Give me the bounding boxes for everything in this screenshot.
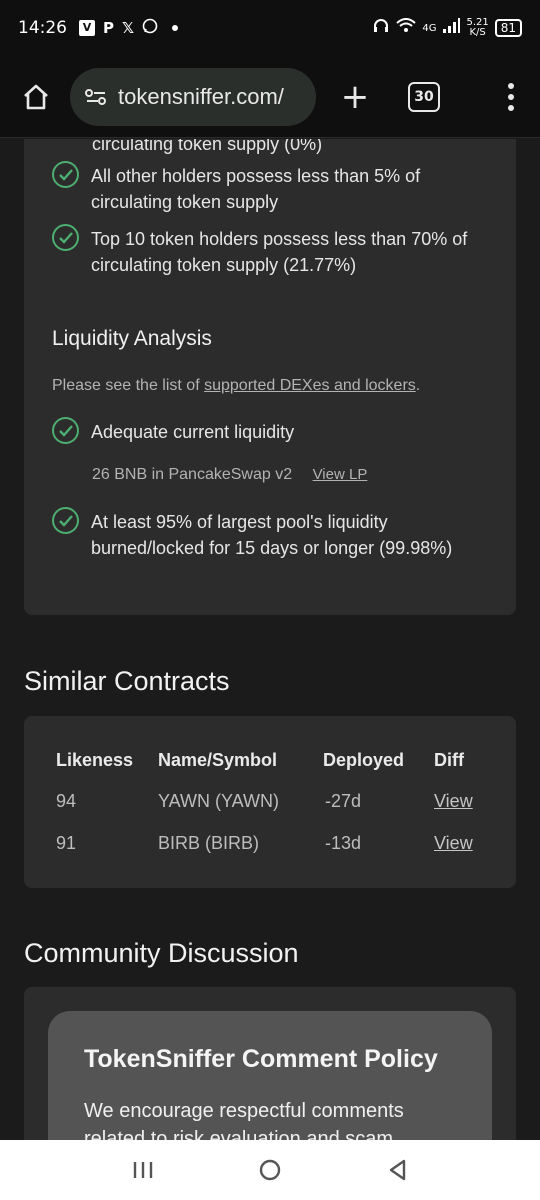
home-icon <box>24 84 48 109</box>
view-lp-link[interactable]: View LP <box>313 466 368 483</box>
site-settings-icon[interactable] <box>84 87 108 107</box>
notification-dot-icon <box>172 25 179 31</box>
check-icon <box>52 224 79 251</box>
more-menu-button[interactable] <box>508 82 514 111</box>
col-deployed: Deployed <box>323 750 405 770</box>
row2-name: BIRB (BIRB) <box>158 833 260 853</box>
browser-toolbar: tokensniffer.com/ + 30 <box>0 56 540 138</box>
menu-dot-icon <box>508 104 514 111</box>
status-bar: 14:26 V P 𝕏 4G 5.21 K/S 81 <box>0 0 540 56</box>
status-time: 14:26 <box>18 18 67 38</box>
holders-item-2: Top 10 token holders possess less than 7… <box>52 224 491 278</box>
check-icon <box>52 507 79 534</box>
home-circle-icon <box>259 1159 281 1181</box>
battery-level: 81 <box>494 19 522 37</box>
address-bar[interactable]: tokensniffer.com/ <box>70 67 316 126</box>
policy-text: We encourage respectful comments related… <box>84 1100 404 1140</box>
col-diff: Diff <box>434 750 464 770</box>
recent-apps-button[interactable] <box>123 1150 163 1190</box>
headset-icon <box>372 17 390 39</box>
comment-policy-box: TokenSniffer Comment Policy We encourage… <box>48 1011 492 1140</box>
liquidity-note: Please see the list of supported DEXes a… <box>52 377 421 394</box>
cut-text-row: circulating token supply (0%) <box>92 139 323 154</box>
liquidity-item-2: At least 95% of largest pool's liquidity… <box>52 507 491 561</box>
pool-info: 26 BNB in PancakeSwap v2 View LP <box>92 466 368 483</box>
x-app-icon: 𝕏 <box>122 19 135 37</box>
recents-icon <box>134 1162 153 1178</box>
signal-icon <box>442 18 461 38</box>
holders-item-1: All other holders possess less than 5% o… <box>52 161 491 215</box>
policy-title: TokenSniffer Comment Policy <box>84 1045 438 1073</box>
similar-contracts-title: Similar Contracts <box>24 666 230 696</box>
row2-view-link[interactable]: View <box>434 833 473 854</box>
whatsapp-icon <box>142 18 158 38</box>
row1-deployed: -27d <box>325 791 362 811</box>
supported-dexes-link[interactable]: supported DEXes and lockers <box>204 377 416 394</box>
page-content: circulating token supply (0%) All other … <box>0 139 540 1140</box>
net-speed: 5.21 K/S <box>466 17 489 38</box>
url-text: tokensniffer.com/ <box>118 83 284 109</box>
row1-likeness: 94 <box>56 791 77 811</box>
liquidity-heading: Liquidity Analysis <box>52 327 212 350</box>
row2-deployed: -13d <box>325 833 362 853</box>
row2-likeness: 91 <box>56 833 77 853</box>
back-nav-button[interactable] <box>377 1150 417 1190</box>
row1-name: YAWN (YAWN) <box>158 791 279 811</box>
menu-dot-icon <box>508 93 514 100</box>
v-app-icon: V <box>79 20 95 36</box>
new-tab-button[interactable]: + <box>338 77 372 117</box>
home-nav-button[interactable] <box>250 1150 290 1190</box>
col-likeness: Likeness <box>56 750 134 770</box>
system-nav-bar <box>0 1140 540 1200</box>
tab-switcher-button[interactable]: 30 <box>408 81 440 112</box>
check-icon <box>52 161 79 188</box>
check-icon <box>52 417 79 444</box>
row1-view-link[interactable]: View <box>434 791 473 812</box>
liquidity-item-1: Adequate current liquidity <box>52 417 491 445</box>
network-type: 4G <box>422 22 437 34</box>
home-button[interactable] <box>16 77 56 117</box>
menu-dot-icon <box>508 82 514 89</box>
col-name: Name/Symbol <box>158 750 278 770</box>
back-triangle-icon <box>389 1159 405 1181</box>
p-app-icon: P <box>103 19 114 37</box>
wifi-icon <box>396 18 416 38</box>
community-title: Community Discussion <box>24 938 299 968</box>
